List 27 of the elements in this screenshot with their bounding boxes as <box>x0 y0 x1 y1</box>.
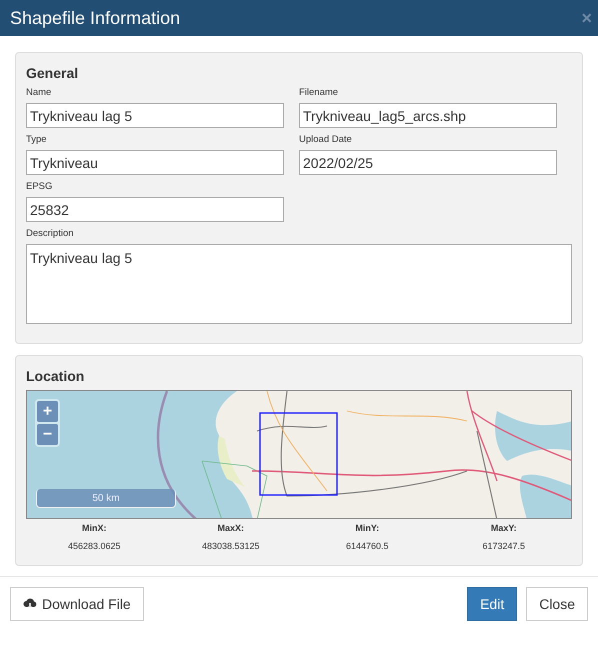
bound-value: 483038.53125 <box>200 541 261 551</box>
field-label: EPSG <box>26 181 54 192</box>
text-field[interactable]: 2022/02/25 <box>299 150 557 175</box>
text-field[interactable]: 25832 <box>26 197 284 222</box>
field-label: Type <box>26 134 48 145</box>
download-file-button[interactable]: Download File <box>10 587 144 621</box>
field-label: Upload Date <box>299 134 353 145</box>
field-label: Filename <box>299 87 340 98</box>
bound-label: MaxX: <box>216 522 245 535</box>
field-label: Description <box>26 228 75 239</box>
dialog-title: Shapefile Information <box>10 8 180 28</box>
close-button[interactable]: Close <box>526 587 588 621</box>
text-field[interactable]: Trykniveau lag 5 <box>26 103 284 128</box>
bound-label: MinY: <box>354 522 380 535</box>
description-field[interactable]: Trykniveau lag 5 <box>26 244 572 324</box>
bound-value: 6173247.5 <box>481 541 526 551</box>
bound-label: MinX: <box>81 522 108 535</box>
text-field[interactable]: Trykniveau <box>26 150 284 175</box>
section-heading: Location <box>26 368 86 384</box>
field-label: Name <box>26 87 52 98</box>
bound-value: 6144760.5 <box>344 541 390 551</box>
section-heading: General <box>26 65 80 81</box>
bound-value: 456283.0625 <box>66 541 122 551</box>
edit-button[interactable]: Edit <box>467 587 518 621</box>
text-field[interactable]: Trykniveau_lag5_arcs.shp <box>299 103 557 128</box>
scale-bar: 50 km <box>36 489 176 508</box>
bound-label: MaxY: <box>490 522 518 535</box>
